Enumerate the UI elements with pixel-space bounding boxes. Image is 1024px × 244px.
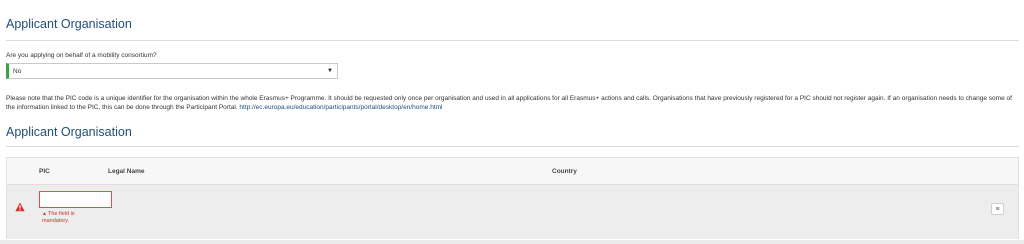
- table-row: ▲The field is mandatory. ≡: [7, 185, 1018, 239]
- chevron-down-icon: ▼: [327, 68, 333, 74]
- menu-icon: ≡: [995, 205, 1000, 213]
- row-actions-menu-button[interactable]: ≡: [991, 203, 1004, 215]
- consortium-select[interactable]: No ▼: [6, 63, 338, 79]
- pic-info-note: Please note that the PIC code is a uniqu…: [6, 95, 1022, 112]
- footer-divider: [0, 240, 1024, 244]
- column-header-pic: PIC: [39, 168, 50, 175]
- column-header-country: Country: [552, 168, 577, 175]
- table-header: PIC Legal Name Country: [7, 158, 1018, 185]
- column-header-legal-name: Legal Name: [108, 168, 145, 175]
- pic-input[interactable]: [39, 191, 112, 208]
- applicant-organisation-table: PIC Legal Name Country ▲The field is man…: [6, 157, 1019, 239]
- pic-error-message: ▲The field is mandatory.: [42, 211, 102, 225]
- warning-icon: [15, 202, 25, 212]
- section-title-applicant-organisation: Applicant Organisation: [6, 17, 132, 31]
- consortium-question-label: Are you applying on behalf of a mobility…: [6, 52, 157, 59]
- error-warning-icon: ▲: [42, 211, 47, 217]
- pic-info-text: Please note that the PIC code is a uniqu…: [6, 95, 1012, 111]
- participant-portal-link[interactable]: http://ec.europa.eu/education/participan…: [239, 104, 442, 111]
- consortium-select-value: No: [13, 67, 22, 75]
- section-title-applicant-organisation-table: Applicant Organisation: [6, 125, 132, 139]
- divider: [6, 146, 1019, 147]
- divider: [6, 40, 1019, 41]
